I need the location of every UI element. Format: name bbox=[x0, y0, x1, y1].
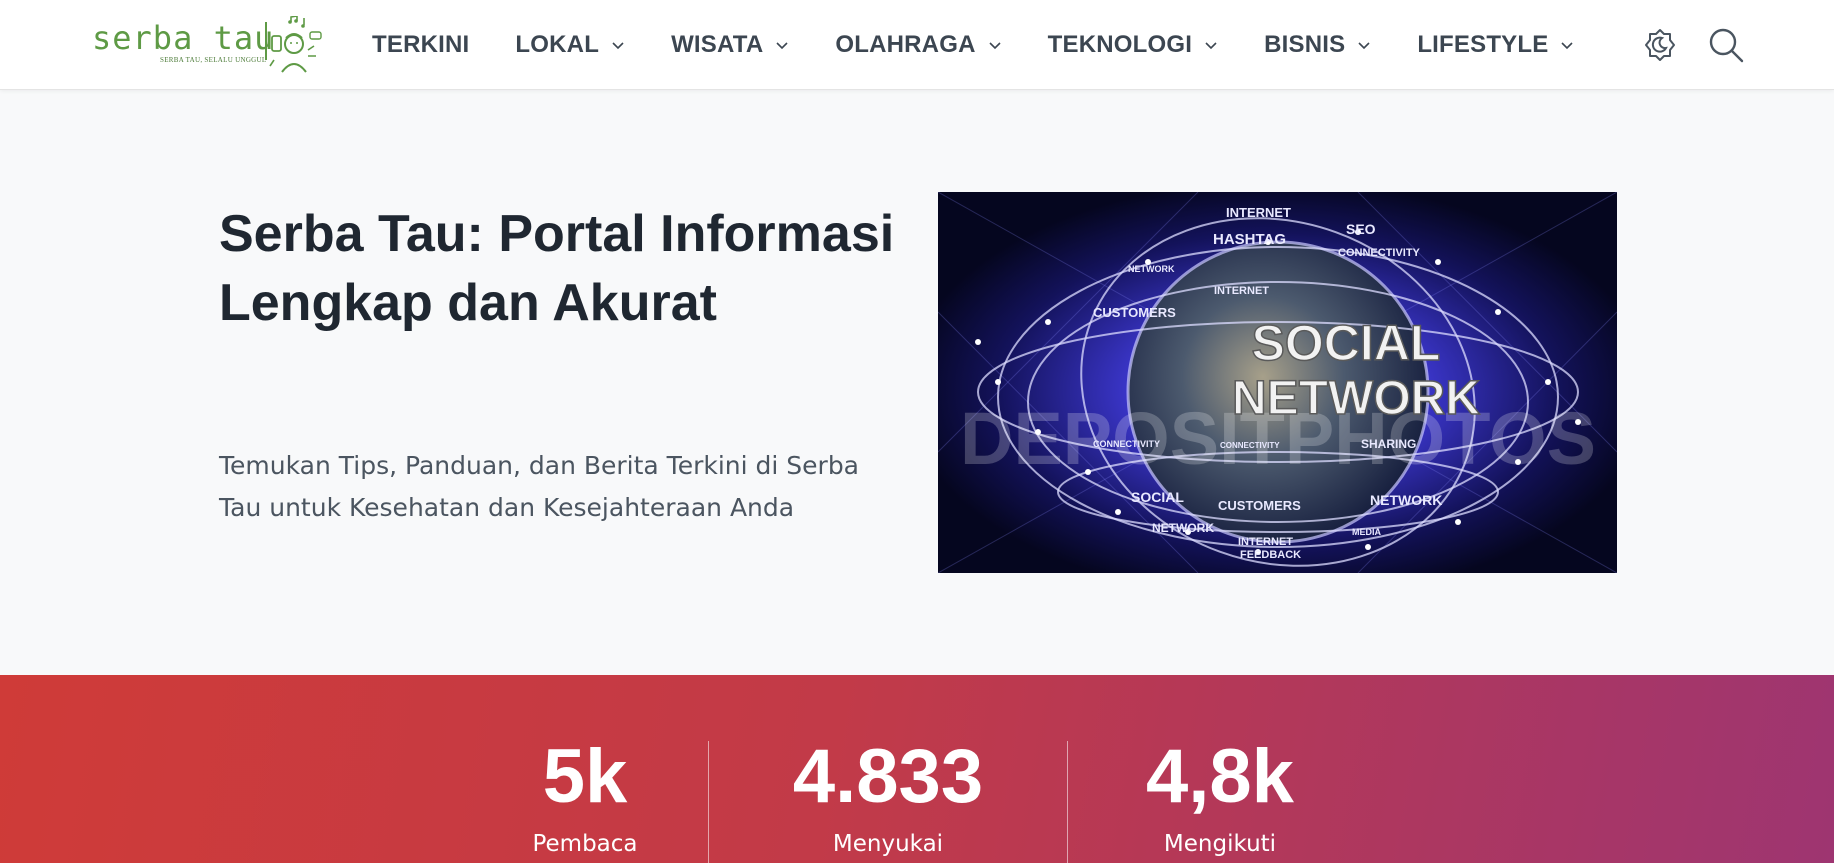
image-headline-bottom: NETWORK bbox=[1232, 372, 1480, 425]
stat-divider bbox=[708, 741, 709, 863]
image-tag: CUSTOMERS bbox=[1093, 305, 1176, 320]
main-nav: TERKINI LOKAL WISATA OLAHRAGA TEKNOLOGI … bbox=[372, 0, 1620, 90]
nav-item-label: BISNIS bbox=[1264, 31, 1346, 58]
stat-value: 4.833 bbox=[792, 734, 984, 819]
search-icon[interactable] bbox=[1707, 26, 1745, 64]
image-tag: SEO bbox=[1346, 221, 1376, 237]
page-subtitle: Temukan Tips, Panduan, dan Berita Terkin… bbox=[219, 451, 860, 522]
image-tag: NETWORK bbox=[1152, 521, 1214, 535]
image-tag: INTERNET bbox=[1214, 285, 1269, 297]
hero-image: DEPOSITPHOTOS SOCIAL NETWORK INTERNET HA… bbox=[938, 192, 1617, 573]
stat-label: Mengikuti bbox=[1163, 831, 1277, 857]
chevron-down-icon bbox=[1205, 42, 1217, 50]
stat-value: 4,8k bbox=[1146, 734, 1294, 819]
theme-toggle-icon[interactable] bbox=[1641, 26, 1679, 64]
nav-item-label: TERKINI bbox=[372, 31, 470, 58]
stat-label: Pembaca bbox=[532, 831, 638, 857]
image-tag: MEDIA bbox=[1352, 527, 1382, 537]
nav-item-label: LOKAL bbox=[515, 31, 600, 58]
stat-divider bbox=[1067, 741, 1068, 863]
social-network-illustration: DEPOSITPHOTOS SOCIAL NETWORK INTERNET HA… bbox=[938, 192, 1617, 573]
chevron-down-icon bbox=[612, 42, 624, 50]
image-tag: INTERNET bbox=[1226, 205, 1291, 220]
nav-item-lifestyle[interactable]: LIFESTYLE bbox=[1417, 0, 1574, 90]
site-logo[interactable]: serba tau SERBA TAU, SELALU UNGGUL bbox=[92, 16, 322, 74]
stat-label: Menyukai bbox=[832, 831, 944, 857]
nav-item-teknologi[interactable]: TEKNOLOGI bbox=[1048, 0, 1218, 90]
nav-item-terkini[interactable]: TERKINI bbox=[372, 0, 469, 90]
image-tag: SHARING bbox=[1361, 437, 1416, 451]
image-tag: CUSTOMERS bbox=[1218, 498, 1301, 513]
nav-item-label: TEKNOLOGI bbox=[1047, 31, 1193, 58]
image-tag: HASHTAG bbox=[1213, 231, 1286, 248]
nav-item-wisata[interactable]: WISATA bbox=[671, 0, 789, 90]
nav-item-label: LIFESTYLE bbox=[1417, 31, 1549, 58]
chevron-down-icon bbox=[1561, 42, 1574, 50]
image-tag: NETWORK bbox=[1370, 492, 1442, 508]
nav-item-olahraga[interactable]: OLAHRAGA bbox=[835, 0, 1001, 90]
site-header: serba tau SERBA TAU, SELALU UNGGUL TERKI… bbox=[0, 0, 1834, 90]
nav-item-label: WISATA bbox=[671, 31, 764, 58]
chevron-down-icon bbox=[1358, 42, 1370, 50]
stats-band: 5k Pembaca 4.833 Menyukai 4,8k Mengikuti bbox=[0, 675, 1834, 863]
logo-tagline: SERBA TAU, SELALU UNGGUL bbox=[160, 56, 267, 64]
image-tag: CONNECTIVITY bbox=[1093, 439, 1160, 449]
chevron-down-icon bbox=[989, 42, 1001, 50]
nav-item-bisnis[interactable]: BISNIS bbox=[1264, 0, 1371, 90]
image-tag: SOCIAL bbox=[1131, 489, 1184, 505]
stat-followers: 4,8k Mengikuti bbox=[1110, 675, 1330, 863]
stat-likes: 4.833 Menyukai bbox=[758, 675, 1018, 863]
chevron-down-icon bbox=[776, 42, 788, 50]
image-tag: FEEDBACK bbox=[1240, 549, 1301, 561]
image-tag: CONNECTIVITY bbox=[1338, 247, 1421, 259]
nav-item-label: OLAHRAGA bbox=[835, 31, 976, 58]
logo-mascot-icon bbox=[265, 16, 322, 73]
image-tag: NETWORK bbox=[1128, 264, 1175, 274]
logo-wordmark: serba tau bbox=[92, 19, 275, 57]
stat-value: 5k bbox=[542, 734, 628, 819]
page-title: Serba Tau: Portal Informasi Lengkap dan … bbox=[219, 205, 895, 332]
image-tag: CONNECTIVITY bbox=[1220, 441, 1280, 450]
image-tag: INTERNET bbox=[1238, 536, 1293, 548]
image-headline-top: SOCIAL bbox=[1252, 315, 1441, 371]
stat-readers: 5k Pembaca bbox=[485, 675, 685, 863]
nav-item-lokal[interactable]: LOKAL bbox=[515, 0, 625, 90]
